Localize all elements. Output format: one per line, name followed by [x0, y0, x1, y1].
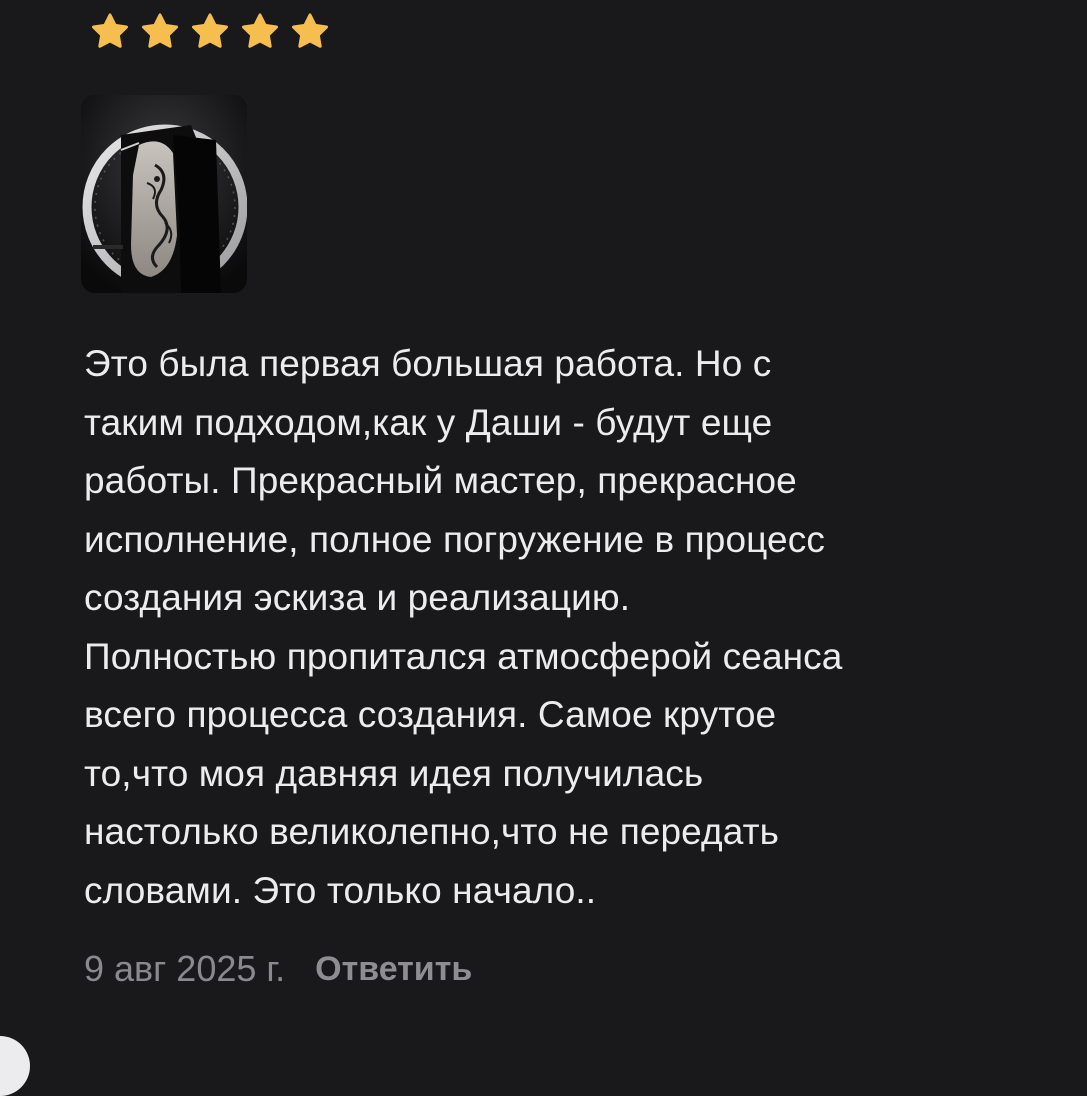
star-icon: [292, 13, 328, 48]
review-footer: 9 авг 2025 г. Ответить: [84, 944, 472, 994]
rating-stars: [86, 12, 336, 52]
review-text: Это была первая большая работа. Но с так…: [84, 343, 843, 911]
star-icon: [192, 13, 228, 48]
review-card: Это была первая большая работа. Но с так…: [0, 0, 1087, 1096]
star-icon: [92, 13, 128, 48]
corner-shape: [0, 1036, 30, 1096]
review-date: 9 авг 2025 г.: [84, 948, 286, 989]
reply-button[interactable]: Ответить: [315, 950, 472, 989]
review-photo[interactable]: [81, 95, 247, 293]
star-icon: [242, 13, 278, 48]
star-icon: [142, 13, 178, 48]
tattoo-photo-image: [81, 95, 247, 293]
